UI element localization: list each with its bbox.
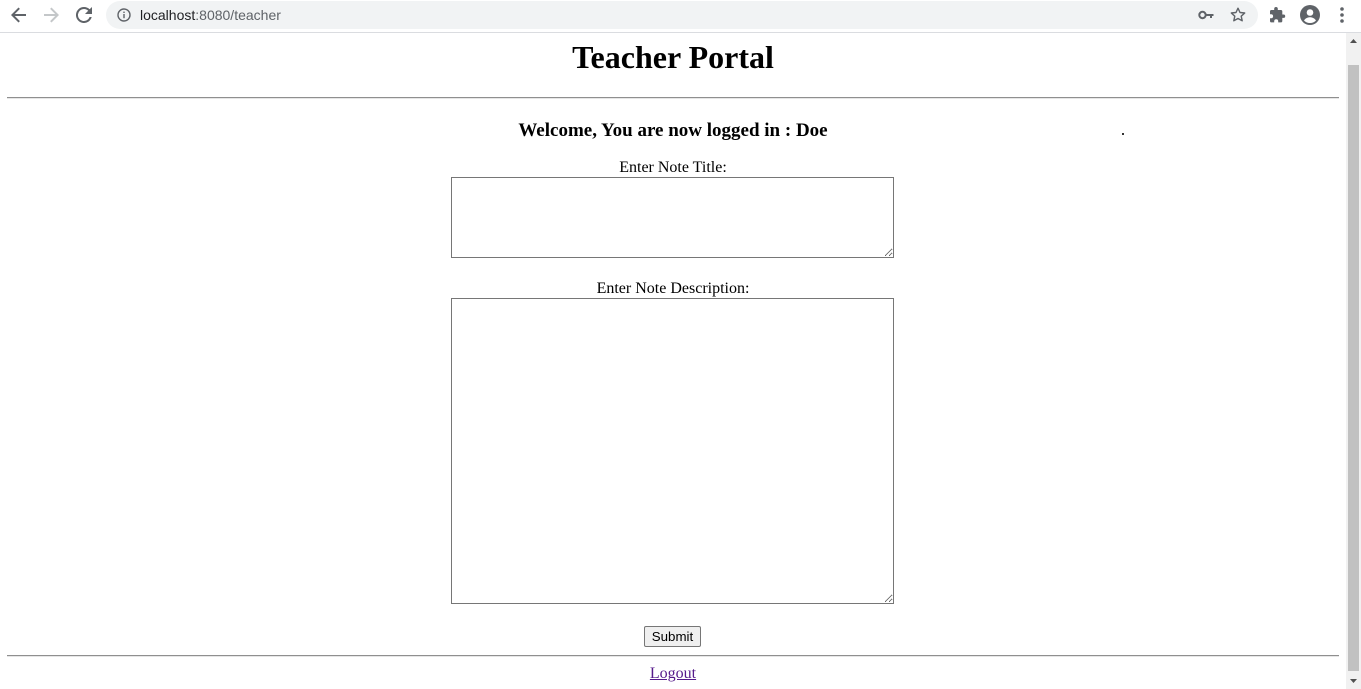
menu-icon[interactable] — [1332, 5, 1352, 25]
note-description-label: Enter Note Description: — [596, 280, 750, 297]
info-icon[interactable] — [117, 8, 131, 22]
url-host: localhost — [140, 7, 196, 23]
reload-icon[interactable] — [74, 5, 94, 25]
profile-icon[interactable] — [1300, 5, 1320, 25]
note-title-label: Enter Note Title: — [619, 159, 727, 176]
top-divider — [7, 97, 1339, 99]
scrollbar-thumb[interactable] — [1348, 65, 1359, 671]
bottom-divider — [7, 655, 1339, 657]
address-bar[interactable]: localhost:8080/teacher — [106, 1, 1258, 29]
page-content: Teacher Portal Welcome, You are now logg… — [0, 33, 1346, 689]
scroll-down-arrow-icon[interactable] — [1346, 672, 1361, 689]
note-title-input[interactable] — [451, 177, 894, 258]
url-text[interactable]: localhost:8080/teacher — [140, 6, 281, 24]
page-title: Teacher Portal — [572, 39, 774, 75]
star-icon[interactable] — [1230, 7, 1246, 23]
browser-toolbar: localhost:8080/teacher — [0, 0, 1361, 30]
logout-link[interactable]: Logout — [650, 665, 696, 682]
welcome-message: Welcome, You are now logged in : Doe — [518, 120, 828, 141]
url-path: :8080/teacher — [195, 7, 281, 23]
forward-icon[interactable] — [41, 5, 61, 25]
back-icon[interactable] — [9, 5, 29, 25]
vertical-scrollbar[interactable] — [1346, 33, 1361, 689]
logout-row: Logout — [0, 665, 1346, 683]
submit-button[interactable]: Submit — [644, 626, 701, 647]
note-description-input[interactable] — [451, 298, 894, 604]
extensions-icon[interactable] — [1268, 5, 1288, 25]
key-icon[interactable] — [1198, 7, 1214, 23]
stray-dot — [1122, 133, 1124, 135]
scroll-up-arrow-icon[interactable] — [1346, 33, 1361, 50]
